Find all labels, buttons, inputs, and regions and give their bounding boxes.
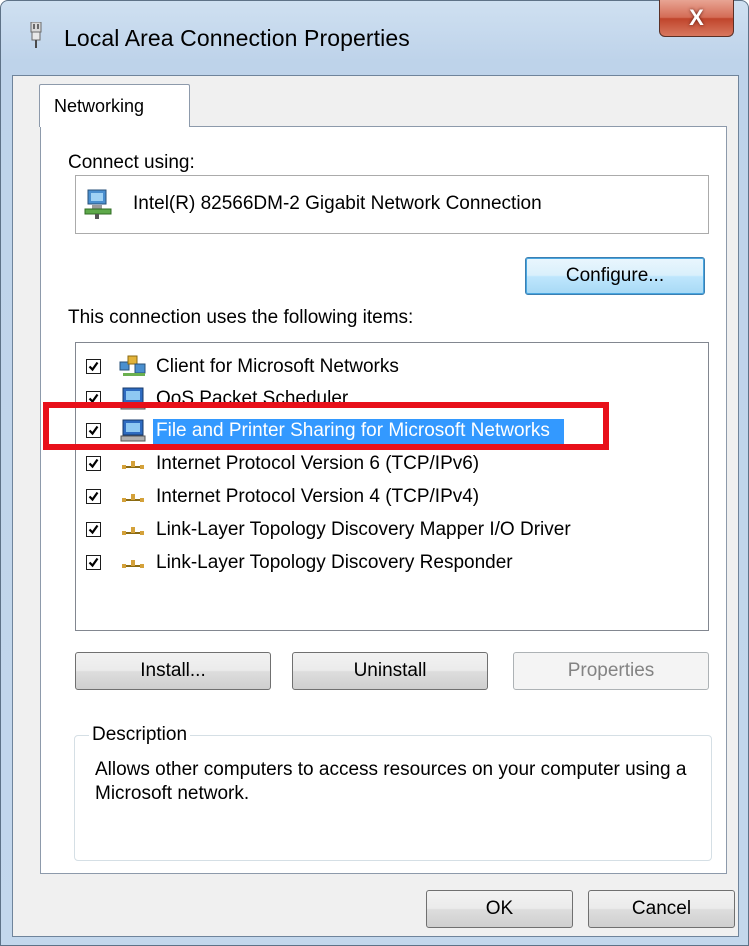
description-group: Description Allows other computers to ac… — [74, 724, 712, 861]
description-text: Allows other computers to access resourc… — [95, 759, 687, 804]
close-button[interactable]: X — [659, 0, 734, 37]
close-icon: X — [689, 5, 704, 30]
title-bar[interactable]: Local Area Connection Properties X — [1, 0, 748, 73]
install-button[interactable]: Install... — [75, 652, 271, 690]
network-protocol-icon — [122, 461, 144, 469]
item-checkbox[interactable] — [86, 555, 101, 570]
networking-panel: Connect using: Intel(R) 82566DM-2 Gigabi… — [40, 126, 727, 874]
checkmark-icon — [88, 361, 99, 372]
item-label: Link-Layer Topology Discovery Responder — [156, 552, 513, 573]
item-checkbox[interactable] — [86, 489, 101, 504]
properties-dialog: Local Area Connection Properties X Netwo… — [0, 0, 749, 946]
item-checkbox[interactable] — [86, 456, 101, 471]
cancel-button[interactable]: Cancel — [588, 890, 735, 928]
network-protocol-icon — [122, 560, 144, 568]
network-service-icon — [120, 387, 146, 410]
checkmark-icon — [88, 458, 99, 469]
adapter-name: Intel(R) 82566DM-2 Gigabit Network Conne… — [133, 193, 542, 214]
uninstall-button[interactable]: Uninstall — [292, 652, 488, 690]
checkmark-icon — [88, 491, 99, 502]
item-checkbox[interactable] — [86, 522, 101, 537]
window-title: Local Area Connection Properties — [64, 25, 410, 51]
item-label: Internet Protocol Version 6 (TCP/IPv6) — [156, 453, 480, 474]
network-protocol-icon — [122, 527, 144, 535]
tab-networking[interactable]: Networking — [39, 84, 190, 127]
description-legend: Description — [92, 724, 188, 745]
connect-using-label: Connect using: — [68, 152, 195, 173]
network-adapter-icon — [84, 189, 112, 219]
ok-button[interactable]: OK — [426, 890, 573, 928]
adapter-field: Intel(R) 82566DM-2 Gigabit Network Conne… — [75, 175, 709, 234]
checkmark-icon — [88, 425, 99, 436]
items-label: This connection uses the following items… — [68, 307, 414, 328]
network-adapter-icon — [30, 22, 42, 48]
properties-button[interactable]: Properties — [513, 652, 709, 690]
item-checkbox[interactable] — [86, 359, 101, 374]
checkmark-icon — [88, 524, 99, 535]
network-client-icon — [119, 355, 146, 376]
item-checkbox[interactable] — [86, 391, 101, 406]
item-label: QoS Packet Scheduler — [156, 388, 349, 409]
checkmark-icon — [88, 557, 99, 568]
items-list[interactable]: Client for Microsoft Networks QoS Packet… — [75, 342, 709, 631]
item-label: Internet Protocol Version 4 (TCP/IPv4) — [156, 486, 480, 507]
item-label: Link-Layer Topology Discovery Mapper I/O… — [156, 519, 571, 540]
item-label: File and Printer Sharing for Microsoft N… — [153, 419, 564, 445]
network-service-icon — [120, 419, 146, 442]
network-protocol-icon — [122, 494, 144, 502]
configure-button[interactable]: Configure... — [525, 257, 705, 295]
item-checkbox[interactable] — [86, 423, 101, 438]
checkmark-icon — [88, 393, 99, 404]
dialog-client-area: Networking Connect using: Intel(R) 82566… — [12, 75, 739, 937]
item-label: Client for Microsoft Networks — [156, 356, 399, 377]
